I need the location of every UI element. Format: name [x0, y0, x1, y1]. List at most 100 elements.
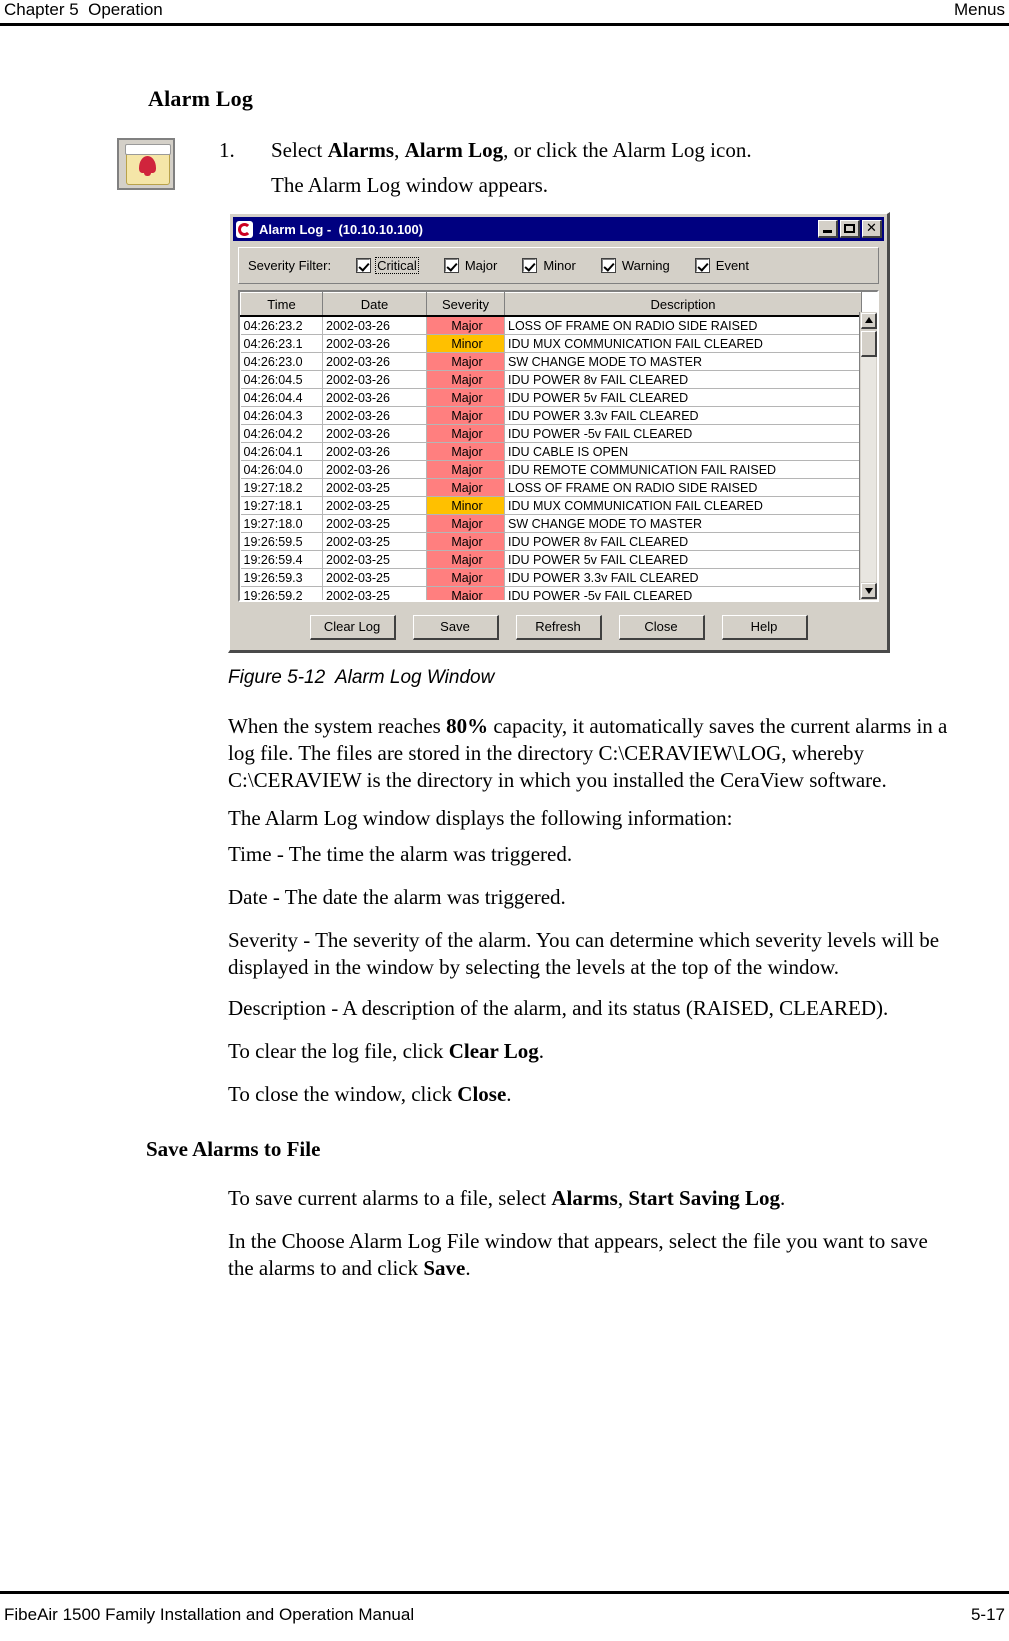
step-bold-alarm-log: Alarm Log	[404, 138, 504, 162]
severity-filter-major[interactable]: Major	[443, 258, 497, 273]
window-titlebar: Alarm Log - (10.10.10.100) ✕	[233, 217, 884, 241]
table-row[interactable]: 19:27:18.1 2002-03-25 Minor IDU MUX COMMUNI…	[240, 496, 862, 515]
table-row[interactable]: 04:26:23.2 2002-03-26 Major LOSS OF FRAME O…	[240, 316, 862, 335]
running-head-section: Menus	[953, 0, 1005, 19]
footer-manual-title: FibeAir 1500 Family Installation and Ope…	[4, 1605, 415, 1624]
table-row[interactable]: 19:26:59.4 2002-03-25 Major IDU POWER 5v FA…	[240, 550, 862, 569]
cell-time: 04:26:04.5	[240, 370, 323, 389]
column-header-description[interactable]: Description	[504, 292, 862, 317]
para8-bold-close: Close	[457, 1082, 507, 1106]
cell-date: 2002-03-26	[322, 442, 427, 461]
table-row[interactable]: 19:27:18.0 2002-03-25 Major SW CHANGE MODE …	[240, 514, 862, 533]
checkbox-critical[interactable]	[356, 258, 372, 273]
column-header-date[interactable]: Date	[322, 292, 427, 317]
severity-filter-critical[interactable]: Critical	[356, 257, 419, 274]
table-row[interactable]: 04:26:04.0 2002-03-26 Major IDU REMOTE COMM…	[240, 460, 862, 479]
save1-text-e: .	[780, 1186, 786, 1210]
checkbox-warning[interactable]	[600, 258, 616, 273]
cell-severity: Major	[426, 442, 505, 461]
table-row[interactable]: 19:27:18.2 2002-03-25 Major LOSS OF FRAME O…	[240, 478, 862, 497]
checkbox-label-critical: Critical	[375, 257, 419, 274]
close-button[interactable]: Close	[618, 615, 705, 640]
cell-severity: Major	[426, 352, 505, 371]
severity-filter-minor[interactable]: Minor	[522, 258, 576, 273]
help-button[interactable]: Help	[721, 615, 808, 640]
cell-time: 04:26:04.0	[240, 460, 323, 479]
scroll-up-icon[interactable]	[861, 313, 877, 329]
cell-severity: Major	[426, 406, 505, 425]
severity-filter-warning[interactable]: Warning	[600, 258, 670, 273]
paragraph-time-field: Time - The time the alarm was triggered.	[228, 842, 573, 866]
table-row[interactable]: 04:26:04.2 2002-03-26 Major IDU POWER -5v F…	[240, 424, 862, 443]
table-row[interactable]: 19:26:59.5 2002-03-25 Major IDU POWER 8v FA…	[240, 532, 862, 551]
table-row[interactable]: 04:26:23.1 2002-03-26 Minor IDU MUX COMMUNI…	[240, 334, 862, 353]
para8-text-a: To close the window, click	[228, 1082, 458, 1106]
table-row[interactable]: 04:26:04.1 2002-03-26 Major IDU CABLE IS OP…	[240, 442, 862, 461]
para7-text-a: To clear the log file, click	[228, 1039, 449, 1063]
para8-text-c: .	[506, 1082, 512, 1106]
cell-time: 04:26:04.4	[240, 388, 323, 407]
window-title: Alarm Log - (10.10.10.100)	[259, 221, 424, 237]
cell-time: 04:26:04.3	[240, 406, 323, 425]
save2-text-c: .	[465, 1256, 471, 1280]
refresh-button[interactable]: Refresh	[515, 615, 602, 640]
save-button[interactable]: Save	[412, 615, 499, 640]
cell-severity: Major	[426, 460, 505, 479]
checkbox-minor[interactable]	[522, 258, 538, 273]
para1-bold-80pct: 80%	[446, 714, 489, 738]
cell-severity: Major	[426, 586, 505, 600]
cell-time: 04:26:23.0	[240, 352, 323, 371]
cell-date: 2002-03-26	[322, 352, 427, 371]
column-header-severity[interactable]: Severity	[426, 292, 505, 317]
maximize-button[interactable]	[840, 220, 860, 238]
checkbox-event[interactable]	[694, 258, 710, 273]
close-window-button[interactable]: ✕	[862, 220, 882, 238]
cell-description: IDU POWER 8v FAIL CLEARED	[504, 370, 862, 389]
save1-text-a: To save current alarms to a file, select	[228, 1186, 552, 1210]
minimize-button[interactable]	[818, 220, 838, 238]
cell-time: 19:27:18.2	[240, 478, 323, 497]
cell-time: 04:26:04.2	[240, 424, 323, 443]
table-row[interactable]: 04:26:04.3 2002-03-26 Major IDU POWER 3.3v …	[240, 406, 862, 425]
table-row[interactable]: 04:26:23.0 2002-03-26 Major SW CHANGE MODE …	[240, 352, 862, 371]
table-row[interactable]: 19:26:59.2 2002-03-25 Major IDU POWER -5v F…	[240, 586, 862, 600]
scrollbar-track[interactable]	[861, 357, 876, 582]
figure-caption: Figure 5-12 Alarm Log Window	[228, 667, 495, 688]
cell-time: 04:26:04.1	[240, 442, 323, 461]
cell-date: 2002-03-25	[322, 514, 427, 533]
cell-time: 04:26:23.2	[240, 316, 323, 335]
section-heading-save-alarms: Save Alarms to File	[146, 1137, 321, 1161]
column-header-time[interactable]: Time	[240, 292, 323, 317]
cell-time: 19:26:59.5	[240, 532, 323, 551]
app-logo-icon	[236, 220, 253, 238]
cell-description: SW CHANGE MODE TO MASTER	[504, 352, 862, 371]
table-row[interactable]: 04:26:04.4 2002-03-26 Major IDU POWER 5v FA…	[240, 388, 862, 407]
scrollbar-thumb[interactable]	[861, 331, 877, 357]
table-header-row: Time Date Severity Description	[240, 292, 862, 317]
cell-severity: Major	[426, 370, 505, 389]
cell-date: 2002-03-25	[322, 568, 427, 587]
table-row[interactable]: 04:26:04.5 2002-03-26 Major IDU POWER 8v FA…	[240, 370, 862, 389]
checkbox-label-minor: Minor	[543, 258, 576, 273]
cell-time: 19:27:18.0	[240, 514, 323, 533]
paragraph-displays-info: The Alarm Log window displays the follow…	[228, 806, 733, 830]
checkbox-label-event: Event	[715, 258, 750, 273]
step-result-text: The Alarm Log window appears.	[271, 173, 549, 197]
cell-date: 2002-03-26	[322, 334, 427, 353]
alarm-log-window: Alarm Log - (10.10.10.100) ✕ Severity Fi…	[228, 212, 890, 653]
alarm-table-body: 04:26:23.2 2002-03-26 Major LOSS OF FRAME O…	[240, 316, 862, 600]
table-row[interactable]: 19:26:59.3 2002-03-25 Major IDU POWER 3.3v …	[240, 568, 862, 587]
step-bold-alarms: Alarms	[327, 138, 395, 162]
clear-log-button[interactable]: Clear Log	[309, 615, 396, 640]
cell-time: 04:26:23.1	[240, 334, 323, 353]
cell-date: 2002-03-26	[322, 406, 427, 425]
table-vertical-scrollbar[interactable]	[859, 312, 877, 600]
checkbox-major[interactable]	[443, 258, 459, 273]
save1-text-c: ,	[617, 1186, 629, 1210]
cell-date: 2002-03-25	[322, 532, 427, 551]
paragraph-severity-field: Severity - The severity of the alarm. Yo…	[228, 928, 940, 979]
save1-bold-alarms: Alarms	[551, 1186, 618, 1210]
severity-filter-event[interactable]: Event	[694, 258, 750, 273]
scroll-down-icon[interactable]	[861, 583, 877, 599]
cell-time: 19:27:18.1	[240, 496, 323, 515]
